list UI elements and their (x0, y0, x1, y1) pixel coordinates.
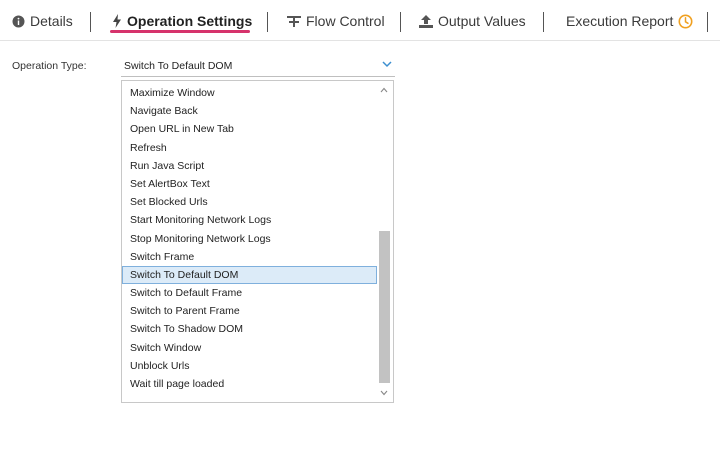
tab-separator (543, 12, 544, 32)
tab-operation-settings[interactable]: Operation Settings (112, 10, 252, 32)
active-tab-underline (110, 30, 250, 33)
flow-control-icon (287, 15, 301, 28)
list-item[interactable]: Wait till page loaded (122, 375, 377, 393)
tab-flow-control-label: Flow Control (306, 13, 385, 29)
list-item[interactable]: Start Monitoring Network Logs (122, 211, 377, 229)
tab-output-values-label: Output Values (438, 13, 526, 29)
list-item[interactable]: Open URL in New Tab (122, 120, 377, 138)
list-item[interactable]: Unblock Urls (122, 357, 377, 375)
tab-flow-control[interactable]: Flow Control (287, 10, 385, 32)
scroll-up-icon[interactable] (377, 83, 391, 97)
list-item[interactable]: Switch To Shadow DOM (122, 320, 377, 338)
tab-operation-settings-label: Operation Settings (127, 13, 253, 29)
chevron-down-icon[interactable] (382, 59, 392, 71)
list-item[interactable]: Switch Window (122, 339, 377, 357)
list-item[interactable]: Maximize Window (122, 84, 377, 102)
list-item[interactable]: Navigate Back (122, 102, 377, 120)
tab-output-values[interactable]: Output Values (419, 10, 526, 32)
tab-separator (707, 12, 708, 32)
list-item[interactable]: Run Java Script (122, 157, 377, 175)
upload-icon (419, 14, 433, 28)
tab-separator (267, 12, 268, 32)
tab-details-label: Details (30, 13, 73, 29)
options-list: Maximize Window Navigate Back Open URL in … (122, 84, 377, 393)
tab-bar: Details Operation Settings Flow Control … (0, 0, 720, 41)
operation-type-select[interactable]: Switch To Default DOM (121, 56, 395, 77)
scroll-down-icon[interactable] (377, 386, 391, 400)
bolt-icon (112, 14, 122, 28)
list-item[interactable]: Refresh (122, 139, 377, 157)
list-item[interactable]: Stop Monitoring Network Logs (122, 230, 377, 248)
info-icon (12, 15, 25, 28)
list-item[interactable]: Switch to Default Frame (122, 284, 377, 302)
tab-separator (400, 12, 401, 32)
tab-execution-report[interactable]: Execution Report (566, 10, 693, 32)
operation-type-selected-value: Switch To Default DOM (124, 60, 233, 72)
list-item[interactable]: Set Blocked Urls (122, 193, 377, 211)
tab-separator (90, 12, 91, 32)
tab-details[interactable]: Details (12, 10, 73, 32)
scrollbar[interactable] (377, 81, 391, 402)
scrollbar-thumb[interactable] (379, 231, 390, 383)
clock-icon (678, 14, 693, 29)
list-item[interactable]: Set AlertBox Text (122, 175, 377, 193)
list-item[interactable]: Switch Frame (122, 248, 377, 266)
list-item[interactable]: Switch to Parent Frame (122, 302, 377, 320)
list-item-selected[interactable]: Switch To Default DOM (122, 265, 377, 285)
tab-execution-report-label: Execution Report (566, 13, 674, 29)
operation-type-label: Operation Type: (12, 60, 87, 72)
operation-type-dropdown-list: Maximize Window Navigate Back Open URL in … (121, 80, 394, 403)
